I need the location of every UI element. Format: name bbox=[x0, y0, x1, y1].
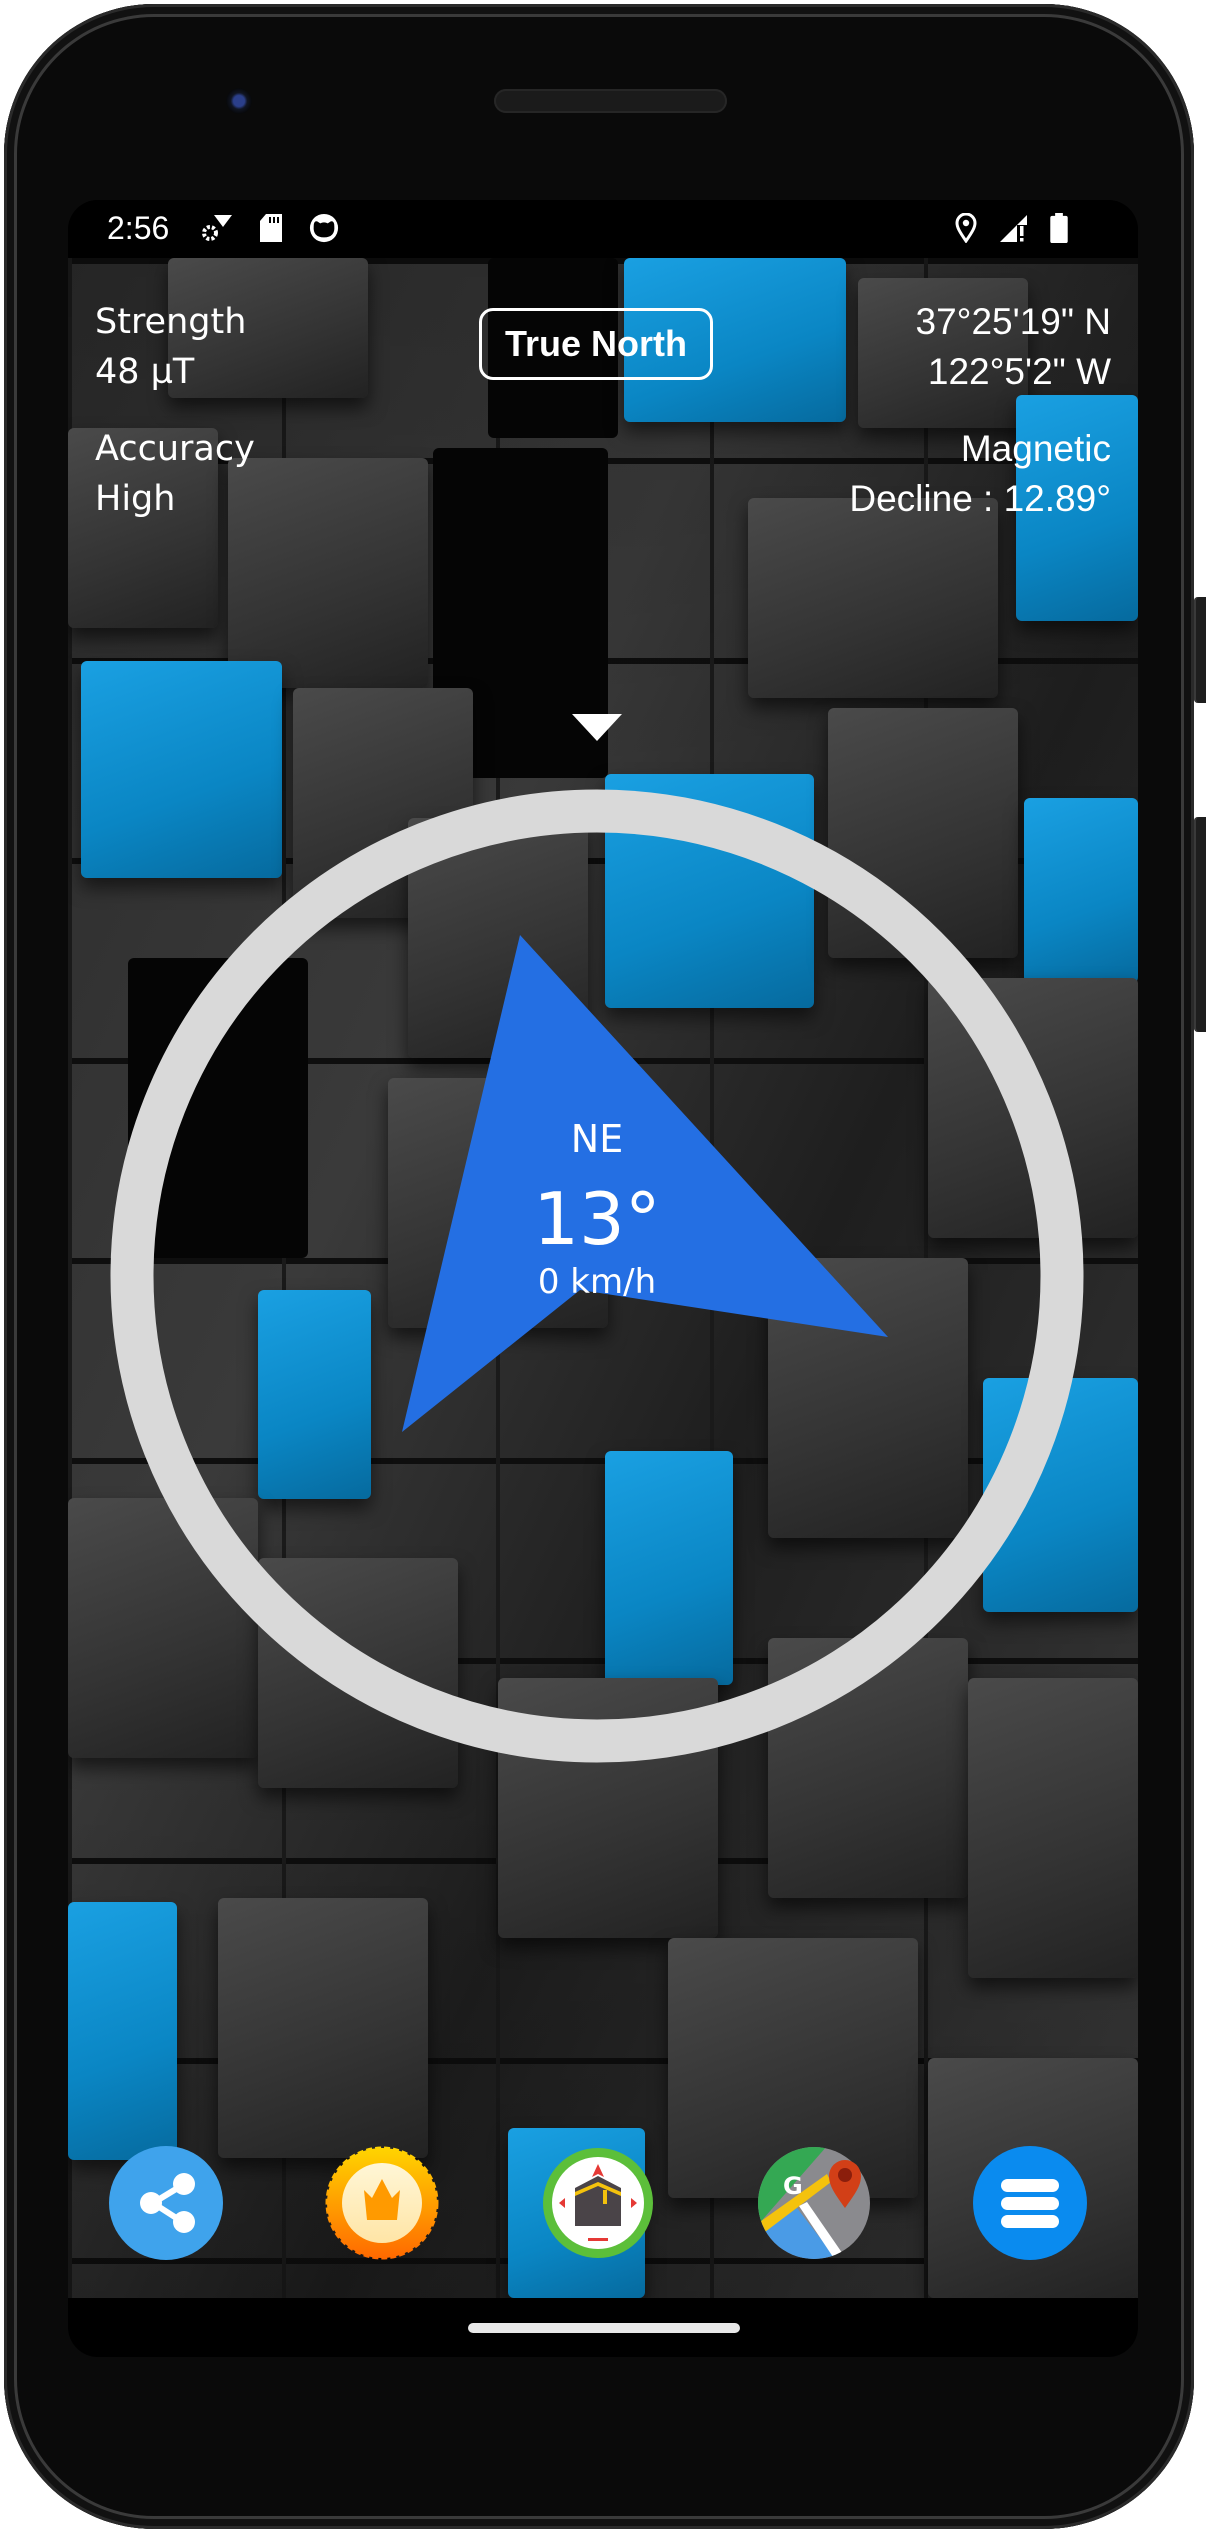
home-gesture-bar[interactable] bbox=[468, 2323, 740, 2333]
speed-readout: 0 km/h bbox=[537, 1262, 657, 1302]
power-button bbox=[1194, 597, 1206, 703]
google-maps-icon: G bbox=[758, 2147, 870, 2259]
kaaba-compass-icon bbox=[543, 2148, 653, 2258]
maps-button[interactable]: G bbox=[757, 2146, 871, 2260]
screen: 2:56 Strength 48 µT Accuracy High 37°25'… bbox=[68, 200, 1138, 2357]
premium-button[interactable] bbox=[325, 2146, 439, 2260]
direction-label: NE bbox=[570, 1117, 624, 1161]
svg-text:G: G bbox=[783, 2172, 803, 2200]
share-button[interactable] bbox=[109, 2146, 223, 2260]
share-icon bbox=[140, 2173, 195, 2233]
menu-icon bbox=[1001, 2179, 1059, 2228]
heading-degrees: 13° bbox=[533, 1177, 661, 1261]
earpiece-speaker bbox=[494, 89, 727, 113]
front-camera bbox=[226, 88, 252, 114]
crown-badge-icon bbox=[325, 2146, 439, 2260]
menu-button[interactable] bbox=[973, 2146, 1087, 2260]
volume-button bbox=[1194, 817, 1206, 1032]
qibla-button[interactable] bbox=[541, 2146, 655, 2260]
